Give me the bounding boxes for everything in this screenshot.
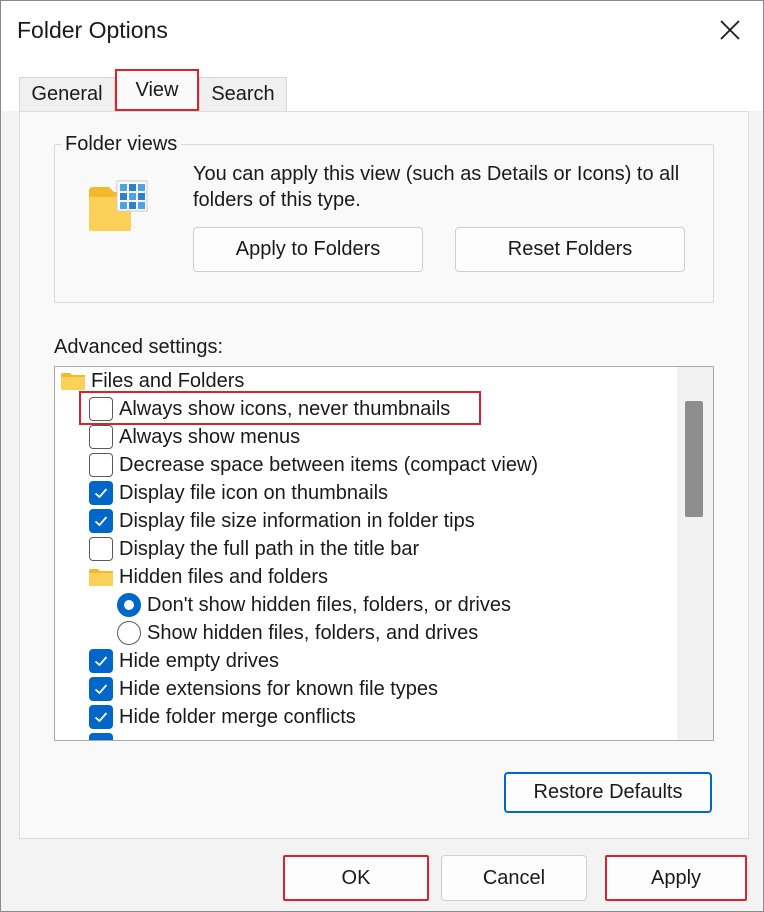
cancel-label: Cancel	[482, 866, 546, 889]
list-item[interactable]: Decrease space between items (compact vi…	[89, 451, 538, 479]
list-item[interactable]: Always show menus	[89, 423, 300, 451]
advanced-settings-items: Files and Folders Always show icons, nev…	[55, 367, 677, 740]
list-item[interactable]: Hide empty drives	[89, 647, 279, 675]
checkbox[interactable]	[89, 453, 113, 477]
restore-defaults-button[interactable]: Restore Defaults	[504, 772, 712, 813]
restore-defaults-label: Restore Defaults	[533, 781, 683, 803]
item-label: Hide folder merge conflicts	[119, 705, 356, 728]
checkbox-checked[interactable]	[89, 509, 113, 533]
folder-views-description: You can apply this view (such as Details…	[193, 163, 680, 211]
advanced-settings-label: Advanced settings:	[54, 336, 223, 358]
item-label: Hide empty drives	[119, 649, 280, 672]
view-tab-panel: Folder views You can apply this view (su…	[19, 111, 749, 839]
checkbox[interactable]	[89, 397, 113, 421]
checkbox-checked[interactable]	[89, 481, 113, 505]
tab-strip: General Search View	[1, 63, 763, 111]
title-bar: Folder Options	[1, 1, 763, 63]
tab-view[interactable]: View	[115, 69, 199, 111]
folder-view-icon	[89, 180, 148, 231]
radio-dot	[124, 600, 134, 610]
item-label: Show hidden files, folders, and drives	[147, 621, 479, 644]
list-item: Hidden files and folders	[89, 563, 328, 591]
folder-views-label: Folder views	[61, 133, 182, 156]
list-item-partial[interactable]	[89, 731, 119, 740]
checkbox-checked[interactable]	[89, 649, 113, 673]
checkmark-icon	[94, 656, 108, 667]
ok-button[interactable]: OK	[283, 855, 429, 901]
apply-to-folders-label: Apply to Folders	[235, 238, 381, 260]
list-item[interactable]: Show hidden files, folders, and drives	[117, 619, 478, 647]
item-label: Display file icon on thumbnails	[119, 481, 389, 504]
radio[interactable]	[117, 621, 141, 645]
ok-label: OK	[341, 866, 371, 889]
checkbox[interactable]	[89, 537, 113, 561]
item-label: Hidden files and folders	[119, 565, 329, 588]
cancel-button[interactable]: Cancel	[441, 855, 587, 901]
list-item[interactable]: Hide folder merge conflicts	[89, 703, 356, 731]
scroll-thumb[interactable]	[685, 401, 703, 517]
item-label: Display the full path in the title bar	[119, 537, 420, 560]
item-label: Files and Folders	[91, 369, 245, 392]
list-item[interactable]: Always show icons, never thumbnails	[89, 395, 450, 423]
checkmark-icon	[94, 516, 108, 527]
apply-button[interactable]: Apply	[605, 855, 747, 901]
window-title: Folder Options	[17, 17, 168, 43]
reset-folders-button[interactable]: Reset Folders	[455, 227, 685, 272]
folder-options-dialog: Folder Options General Search View Folde…	[0, 0, 764, 912]
item-label: Always show menus	[119, 425, 301, 448]
checkbox-checked[interactable]	[89, 705, 113, 729]
list-item[interactable]: Display the full path in the title bar	[89, 535, 419, 563]
close-icon	[720, 20, 740, 40]
apply-to-folders-button[interactable]: Apply to Folders	[193, 227, 423, 272]
checkbox-checked[interactable]	[89, 733, 113, 740]
list-item[interactable]: Display file size information in folder …	[89, 507, 475, 535]
folder-views-group: Folder views You can apply this view (su…	[54, 133, 714, 303]
checkbox-checked[interactable]	[89, 677, 113, 701]
radio-selected[interactable]	[117, 593, 141, 617]
scrollbar[interactable]	[677, 367, 713, 740]
close-button[interactable]	[707, 9, 753, 51]
item-label: Decrease space between items (compact vi…	[119, 453, 539, 476]
list-item[interactable]: Hide extensions for known file types	[89, 675, 438, 703]
tab-general[interactable]: General	[19, 77, 115, 111]
item-label: Display file size information in folder …	[119, 509, 475, 532]
tab-search[interactable]: Search	[199, 77, 287, 111]
checkmark-icon	[94, 684, 108, 695]
list-item[interactable]: Don't show hidden files, folders, or dri…	[117, 591, 511, 619]
checkmark-icon	[94, 488, 108, 499]
folder-icon	[89, 569, 113, 586]
item-label: Don't show hidden files, folders, or dri…	[147, 593, 511, 616]
item-label: Always show icons, never thumbnails	[119, 397, 451, 420]
apply-label: Apply	[650, 866, 702, 889]
list-item: Files and Folders	[61, 367, 244, 395]
list-item[interactable]: Display file icon on thumbnails	[89, 479, 388, 507]
folder-icon	[61, 373, 85, 390]
checkbox[interactable]	[89, 425, 113, 449]
advanced-settings-list[interactable]: Files and Folders Always show icons, nev…	[54, 366, 714, 741]
item-label: Hide extensions for known file types	[119, 677, 439, 700]
checkmark-icon	[94, 712, 108, 723]
reset-folders-label: Reset Folders	[507, 238, 633, 260]
